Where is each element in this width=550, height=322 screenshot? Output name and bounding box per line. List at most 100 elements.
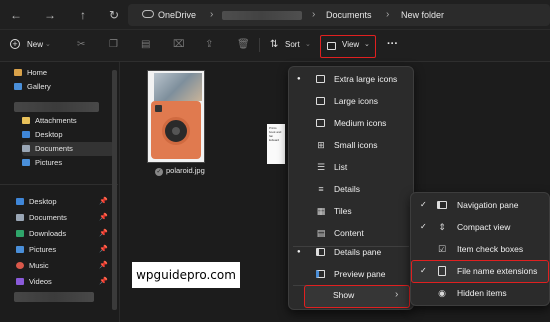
- more-options-button[interactable]: ···: [387, 37, 398, 51]
- menu-item-tiles[interactable]: ▦ Tiles: [289, 200, 413, 222]
- sidebar-item-label: Pictures: [35, 158, 63, 167]
- videos-icon: [16, 278, 24, 285]
- sync-check-icon: ✓: [155, 168, 163, 176]
- sidebar-item-label: Gallery: [27, 82, 51, 91]
- menu-item-preview-pane[interactable]: Preview pane: [289, 263, 413, 285]
- viewfinder: [155, 105, 162, 112]
- bullet-icon: ●: [297, 76, 301, 82]
- menu-item-medium-icons[interactable]: Medium icons: [289, 112, 413, 134]
- desktop-icon: [16, 198, 24, 205]
- submenu-item-hidden-items[interactable]: ◉ Hidden items: [411, 282, 549, 304]
- tiles-icon: ▦: [316, 206, 326, 216]
- address-bar[interactable]: OneDrive › › Documents › New folder: [128, 4, 550, 26]
- paste-icon[interactable]: ▤: [141, 38, 150, 52]
- show-submenu: ✓ Navigation pane ✓ ⇕ Compact view ☑ Item ch…: [410, 192, 550, 306]
- sidebar-divider: [0, 184, 118, 185]
- sidebar-item-desktop-pinned[interactable]: Desktop 📌: [16, 194, 108, 210]
- sidebar-item-label: Documents: [29, 213, 67, 222]
- plus-icon: +: [10, 39, 20, 49]
- sidebar-scrollbar[interactable]: [112, 70, 117, 310]
- new-button[interactable]: New: [27, 38, 43, 52]
- delete-icon[interactable]: 🗑: [237, 38, 250, 52]
- home-icon: [14, 69, 22, 76]
- menu-item-show[interactable]: Show ›: [304, 285, 410, 308]
- sidebar-folder-group: Attachments Desktop Documents Pictures: [22, 114, 114, 170]
- sidebar-item-documents[interactable]: Documents: [22, 142, 114, 156]
- submenu-item-item-check-boxes[interactable]: ☑ Item check boxes: [411, 238, 549, 260]
- sidebar-item-pictures-pinned[interactable]: Pictures 📌: [16, 242, 108, 258]
- submenu-item-compact-view[interactable]: ✓ ⇕ Compact view: [411, 216, 549, 238]
- breadcrumb-documents[interactable]: Documents: [326, 8, 372, 22]
- document-text: Prints book and fan Edward: [269, 126, 282, 142]
- document-thumbnail[interactable]: Prints book and fan Edward: [267, 124, 285, 164]
- sidebar-item-home[interactable]: Home: [14, 66, 114, 80]
- redacted-crumb: [222, 11, 302, 20]
- sidebar-item-attachments[interactable]: Attachments: [22, 114, 114, 128]
- sidebar-item-documents-pinned[interactable]: Documents 📌: [16, 210, 108, 226]
- pictures-icon: [16, 246, 24, 253]
- nav-pane-icon: [437, 201, 447, 209]
- pin-icon: 📌: [99, 262, 108, 269]
- file-icon: [438, 266, 446, 276]
- menu-item-extra-large-icons[interactable]: ● Extra large icons: [289, 68, 413, 90]
- menu-item-details[interactable]: ≡ Details: [289, 178, 413, 200]
- submenu-item-navigation-pane[interactable]: ✓ Navigation pane: [411, 194, 549, 216]
- share-icon[interactable]: ⇪: [205, 38, 213, 52]
- menu-item-small-icons[interactable]: ⊞ Small icons: [289, 134, 413, 156]
- menu-item-large-icons[interactable]: Large icons: [289, 90, 413, 112]
- chevron-right-icon: ›: [210, 9, 214, 20]
- sort-button[interactable]: Sort: [285, 38, 300, 52]
- sidebar-item-label: Desktop: [29, 197, 57, 206]
- menu-item-details-pane[interactable]: ● Details pane: [289, 241, 413, 263]
- photo-print: [154, 73, 202, 101]
- pictures-icon: [22, 159, 30, 166]
- pin-icon: 📌: [99, 278, 108, 285]
- pin-icon: 📌: [99, 214, 108, 221]
- forward-arrow-icon[interactable]: →: [42, 7, 58, 23]
- back-arrow-icon[interactable]: ←: [8, 7, 24, 23]
- sidebar-item-pictures[interactable]: Pictures: [22, 156, 114, 170]
- menu-item-label: Item check boxes: [457, 244, 524, 254]
- submenu-item-file-name-extensions[interactable]: ✓ File name extensions: [411, 260, 549, 283]
- view-menu: ● Extra large icons Large icons Medium ic…: [288, 66, 414, 310]
- copy-icon[interactable]: ❐: [109, 38, 118, 52]
- sidebar-item-desktop[interactable]: Desktop: [22, 128, 114, 142]
- documents-icon: [22, 145, 30, 152]
- view-button[interactable]: View: [342, 38, 359, 52]
- checkbox-icon: ☑: [437, 244, 447, 254]
- sidebar-item-label: Attachments: [35, 116, 77, 125]
- refresh-icon[interactable]: ↻: [106, 7, 122, 23]
- redacted-sidebar-item: [14, 292, 94, 302]
- checkmark-icon: ✓: [420, 222, 427, 231]
- bullet-icon: ●: [297, 249, 301, 255]
- sidebar-item-videos[interactable]: Videos 📌: [16, 274, 108, 290]
- documents-icon: [16, 214, 24, 221]
- gallery-icon: [14, 83, 22, 90]
- list-icon: ☰: [316, 162, 326, 172]
- file-name-row[interactable]: ✓ polaroid.jpg: [155, 166, 205, 176]
- polaroid-thumbnail[interactable]: [147, 70, 205, 163]
- cut-icon[interactable]: ✂: [77, 38, 85, 52]
- sidebar-item-music[interactable]: Music 📌: [16, 258, 108, 274]
- menu-item-label: Preview pane: [334, 269, 386, 279]
- menu-item-label: Details: [334, 184, 360, 194]
- chevron-down-icon: ⌄: [305, 41, 311, 48]
- pin-icon: 📌: [99, 198, 108, 205]
- chevron-right-icon: ›: [312, 9, 316, 20]
- pin-icon: 📌: [99, 230, 108, 237]
- monitor-icon: [327, 42, 336, 50]
- up-arrow-icon[interactable]: ↑: [75, 7, 91, 23]
- checkmark-icon: ✓: [420, 200, 427, 209]
- lens-center: [172, 127, 180, 135]
- sidebar-item-gallery[interactable]: Gallery: [14, 80, 114, 94]
- sidebar-item-downloads[interactable]: Downloads 📌: [16, 226, 108, 242]
- pin-icon: 📌: [99, 246, 108, 253]
- rename-icon[interactable]: ⌧: [173, 38, 185, 52]
- menu-item-list[interactable]: ☰ List: [289, 156, 413, 178]
- breadcrumb-new-folder[interactable]: New folder: [401, 8, 444, 22]
- breadcrumb-onedrive[interactable]: OneDrive: [158, 8, 196, 22]
- menu-item-label: File name extensions: [457, 266, 538, 276]
- sidebar-item-label: Downloads: [29, 229, 67, 238]
- menu-item-label: Small icons: [334, 140, 378, 150]
- toolbar-divider: [259, 38, 260, 52]
